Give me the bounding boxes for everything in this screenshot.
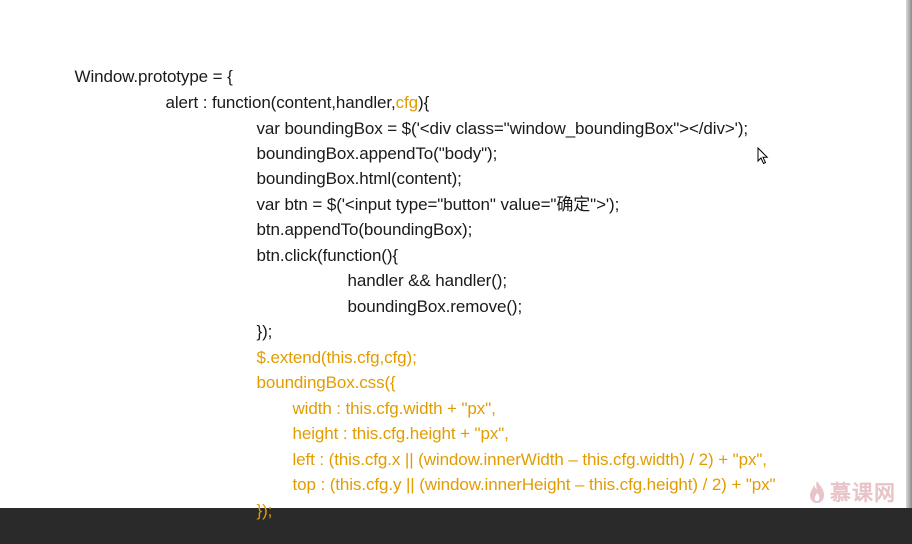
watermark-logo: 慕课网 — [808, 478, 896, 506]
code-line-highlighted: }); — [256, 501, 273, 520]
code-line-highlighted: top : (this.cfg.y || (window.innerHeight… — [292, 475, 776, 494]
watermark-text: 慕课网 — [830, 481, 896, 505]
mouse-cursor-icon — [757, 147, 769, 165]
window-edge — [906, 0, 912, 508]
flame-icon — [810, 481, 824, 503]
slide: Window.prototype = { alert : function(co… — [0, 0, 906, 520]
